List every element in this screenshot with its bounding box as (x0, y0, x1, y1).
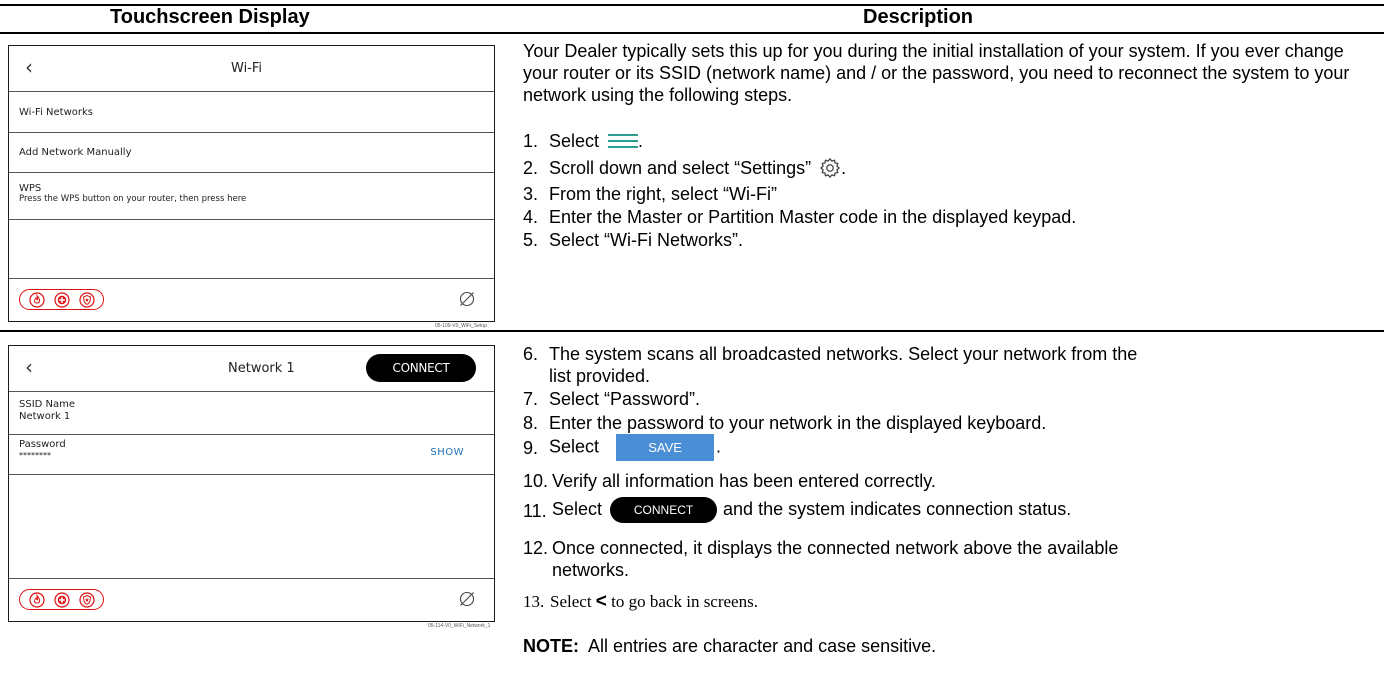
gear-icon (820, 158, 840, 178)
menu-icon (608, 134, 639, 148)
police-icon (79, 592, 95, 608)
no-entry-icon[interactable] (458, 290, 476, 308)
ssid-row[interactable]: SSID Name Network 1 (9, 392, 494, 435)
figure-code: 05-109-V0_WiFi_Setup (435, 323, 487, 329)
medical-icon (54, 292, 70, 308)
save-button: SAVE (616, 434, 715, 461)
fire-icon (29, 592, 45, 608)
list-item-add-network[interactable]: Add Network Manually (9, 133, 494, 173)
emergency-buttons[interactable] (19, 589, 104, 610)
screen-title: Wi-Fi (231, 61, 263, 76)
column-header-description: Description (863, 6, 974, 28)
connect-button[interactable]: CONNECT (366, 354, 476, 382)
step-text: Select (549, 131, 600, 151)
screen-header: ‹ Network 1 CONNECT (9, 346, 494, 392)
list-item-wps[interactable]: WPS Press the WPS button on your router,… (9, 173, 494, 220)
list-item-wifi-networks[interactable]: Wi-Fi Networks (9, 92, 494, 133)
screen-title: Network 1 (228, 361, 295, 376)
show-password-link[interactable]: SHOW (430, 447, 464, 458)
fire-icon (29, 292, 45, 308)
screen-header: ‹ Wi-Fi (9, 46, 494, 92)
ssid-value: Network 1 (19, 411, 71, 422)
screen-footer (9, 278, 494, 321)
step-text: Scroll down and select “Settings” (549, 158, 812, 178)
medical-icon (54, 592, 70, 608)
password-value: ******** (19, 451, 51, 460)
chevron-left-icon[interactable]: ‹ (25, 355, 33, 379)
network-screen-mockup: ‹ Network 1 CONNECT SSID Name Network 1 … (8, 345, 495, 622)
no-entry-icon[interactable] (458, 590, 476, 608)
figure-code: 05-114-V0_WiFi_Network_1 (428, 623, 491, 629)
police-icon (79, 292, 95, 308)
row-divider (0, 330, 1384, 332)
step-number: 2. (523, 158, 539, 178)
column-header-touchscreen: Touchscreen Display (110, 6, 310, 28)
wps-title: WPS (19, 183, 42, 194)
password-label: Password (19, 439, 66, 450)
note: NOTE: All entries are character and case… (523, 636, 937, 656)
ssid-label: SSID Name (19, 399, 76, 410)
screen-footer (9, 578, 494, 621)
wps-subtitle: Press the WPS button on your router, the… (19, 194, 247, 204)
emergency-buttons[interactable] (19, 289, 104, 310)
chevron-left-icon: < (595, 591, 607, 612)
connect-button: CONNECT (610, 497, 718, 523)
intro-paragraph: Your Dealer typically sets this up for y… (523, 41, 1350, 105)
chevron-left-icon[interactable]: ‹ (25, 55, 33, 79)
wifi-screen-mockup: ‹ Wi-Fi Wi-Fi Networks Add Network Manua… (8, 45, 495, 322)
header-rule (0, 32, 1384, 34)
password-row[interactable]: Password ******** SHOW (9, 435, 494, 475)
step-number: 1. (523, 131, 539, 151)
